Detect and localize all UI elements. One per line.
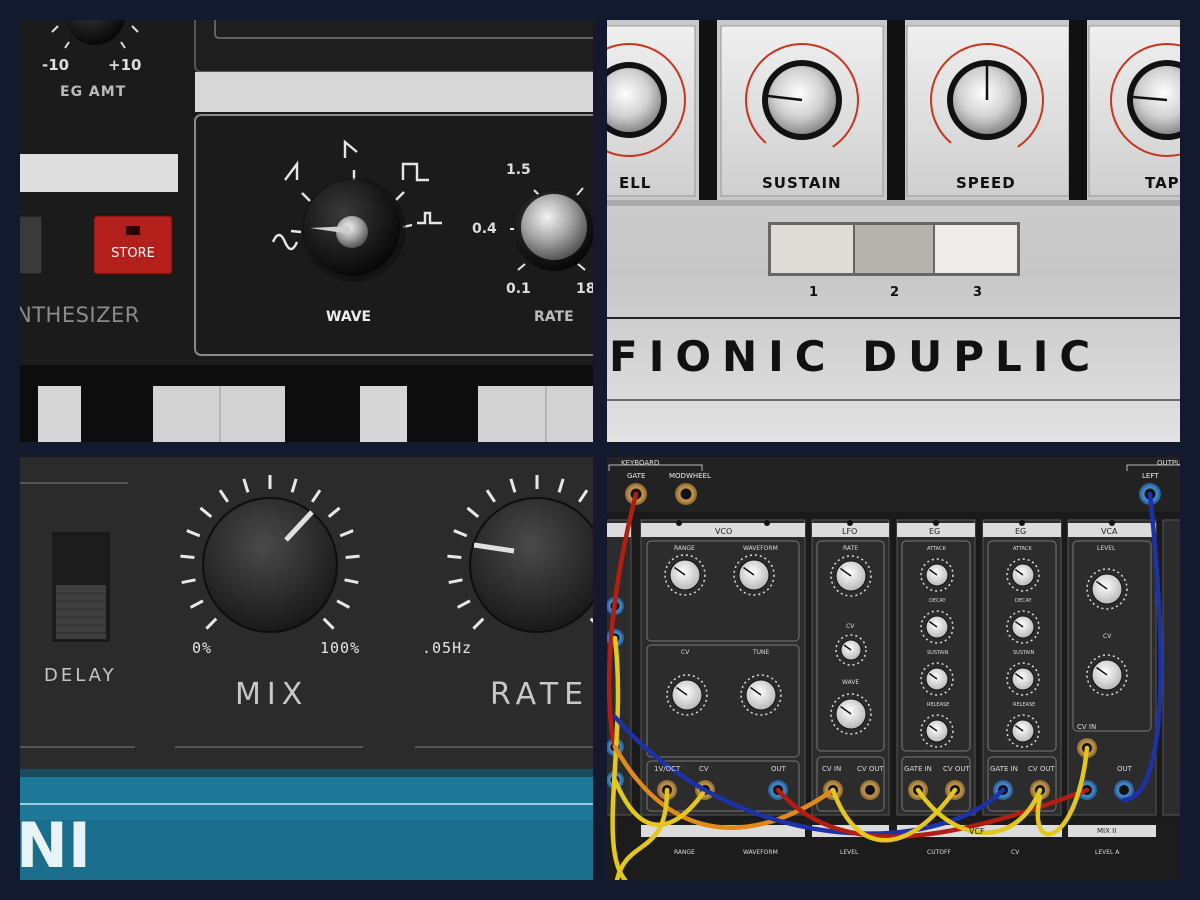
bottom-level-label: LEVEL xyxy=(840,849,859,856)
delay-panel: DELAY 0% 100% MIX .05Hz RATE NI xyxy=(20,457,593,880)
synth-panel-dark: -10 +10 EG AMT STORE NTHESIZER WAVE 1.5 … xyxy=(20,20,593,442)
eg1-release-label: RELEASE xyxy=(927,702,950,708)
mix-min-label: 0% xyxy=(192,639,213,657)
head-button-3[interactable] xyxy=(935,225,1017,273)
vco-range-label: RANGE xyxy=(674,545,695,552)
vca-level-label: LEVEL xyxy=(1097,545,1116,552)
vco-1voct-label: 1V/OCT xyxy=(654,765,681,773)
delay-switch[interactable] xyxy=(53,533,109,641)
eg2-decay-label: DECAY xyxy=(1015,598,1032,604)
eg1-cv-out-label: CV OUT xyxy=(943,765,970,773)
tape-echo-panel: ELL SUSTAIN SPEED TAP 1 2 3 FIONIC DUPLI… xyxy=(607,20,1180,442)
eg-amt-min: -10 xyxy=(42,56,70,74)
left-output-jack-label: LEFT xyxy=(1142,472,1159,480)
vco-module-title: VCO xyxy=(715,527,733,536)
vca-cv-in-label: CV IN xyxy=(1077,723,1097,731)
vcf-module-title: VCF xyxy=(969,827,985,836)
rate-knob[interactable] xyxy=(470,498,593,632)
knob-label-ell: ELL xyxy=(619,174,652,192)
eg1-gate-in-label: GATE IN xyxy=(904,765,932,773)
head-button-1[interactable] xyxy=(771,225,853,273)
wave-knob-label: WAVE xyxy=(326,309,372,325)
eg-amt-max: +10 xyxy=(108,56,142,74)
modular-patch-panel: KEYBOARD OUTPUT GATE MODWHEEL LEFT VCO L… xyxy=(607,457,1180,880)
vco-cv-jack-label: CV xyxy=(699,765,709,773)
mix-label: MIX xyxy=(235,677,309,712)
rate-label: RATE xyxy=(490,677,590,712)
delay-label: DELAY xyxy=(44,665,117,686)
eg2-sustain-label: SUSTAIN xyxy=(1013,650,1035,656)
head-label-2: 2 xyxy=(890,285,900,300)
brand-title: FIONIC DUPLIC xyxy=(609,332,1102,381)
bottom-waveform-label: WAVEFORM xyxy=(743,849,778,856)
rate-tick-1-5: 1.5 xyxy=(506,162,531,178)
gate-jack[interactable] xyxy=(625,483,647,505)
lfo-module-title: LFO xyxy=(842,527,858,536)
modwheel-jack[interactable] xyxy=(675,483,697,505)
vco-cv-label: CV xyxy=(681,649,690,656)
store-button[interactable]: STORE xyxy=(94,246,172,261)
head-label-3: 3 xyxy=(973,285,983,300)
rate-tick-0-1: 0.1 xyxy=(506,281,531,297)
mix-max-label: 100% xyxy=(320,639,361,657)
brand-logo-partial: NI xyxy=(20,809,91,880)
vca-out-label: OUT xyxy=(1117,765,1132,773)
vco-waveform-label: WAVEFORM xyxy=(743,545,778,552)
brand-label: NTHESIZER xyxy=(20,303,140,327)
knob-label-sustain: SUSTAIN xyxy=(762,174,842,192)
knob-label-speed: SPEED xyxy=(956,174,1016,192)
keyboard-section-label: KEYBOARD xyxy=(621,459,660,467)
bottom-range-label: RANGE xyxy=(674,849,695,856)
head-label-1: 1 xyxy=(809,285,819,300)
vco-tune-label: TUNE xyxy=(753,649,770,656)
rate-min-label: .05Hz xyxy=(422,639,473,657)
bottom-level-a-label: LEVEL A xyxy=(1095,849,1120,856)
sustain-knob[interactable] xyxy=(762,60,842,140)
mix-knob[interactable] xyxy=(203,498,337,632)
left-output-jack[interactable] xyxy=(1139,483,1161,505)
rate-knob[interactable] xyxy=(514,191,593,271)
eg2-release-label: RELEASE xyxy=(1013,702,1036,708)
bottom-cutoff-label: CUTOFF xyxy=(927,849,951,856)
speed-knob[interactable] xyxy=(947,60,1027,140)
lfo-wave-label: WAVE xyxy=(842,679,860,686)
rate-knob-label: RATE xyxy=(534,309,574,325)
lfo-cv-in-label: CV IN xyxy=(822,765,842,773)
eg1-module-title: EG xyxy=(929,527,941,536)
eg2-gate-in-label: GATE IN xyxy=(990,765,1018,773)
lfo-cv-out-label: CV OUT xyxy=(857,765,884,773)
head-button-2[interactable] xyxy=(855,225,933,273)
wave-knob[interactable] xyxy=(304,180,400,276)
lfo-cv-label: CV xyxy=(846,623,855,630)
vca-cv-label: CV xyxy=(1103,633,1112,640)
eg1-sustain-label: SUSTAIN xyxy=(927,650,949,656)
eg1-attack-label: ATTACK xyxy=(927,546,946,552)
eg2-cv-out-label: CV OUT xyxy=(1028,765,1055,773)
knob-label-tap: TAP xyxy=(1145,174,1180,192)
eg-amt-label: EG AMT xyxy=(60,84,127,100)
gate-jack-label: GATE xyxy=(627,472,646,480)
rate-tick-18: 18 xyxy=(576,281,593,297)
vco-out-label: OUT xyxy=(771,765,786,773)
rate-tick-0-4: 0.4 xyxy=(472,221,497,237)
eg1-decay-label: DECAY xyxy=(929,598,946,604)
vca-module-title: VCA xyxy=(1101,527,1118,536)
modwheel-jack-label: MODWHEEL xyxy=(669,472,711,480)
eg2-attack-label: ATTACK xyxy=(1013,546,1032,552)
output-section-label: OUTPUT xyxy=(1157,459,1180,467)
eg2-module-title: EG xyxy=(1015,527,1027,536)
mix-ii-module-title: MIX II xyxy=(1097,827,1117,835)
lfo-rate-label: RATE xyxy=(843,545,859,552)
bottom-cv-label: CV xyxy=(1011,849,1020,856)
